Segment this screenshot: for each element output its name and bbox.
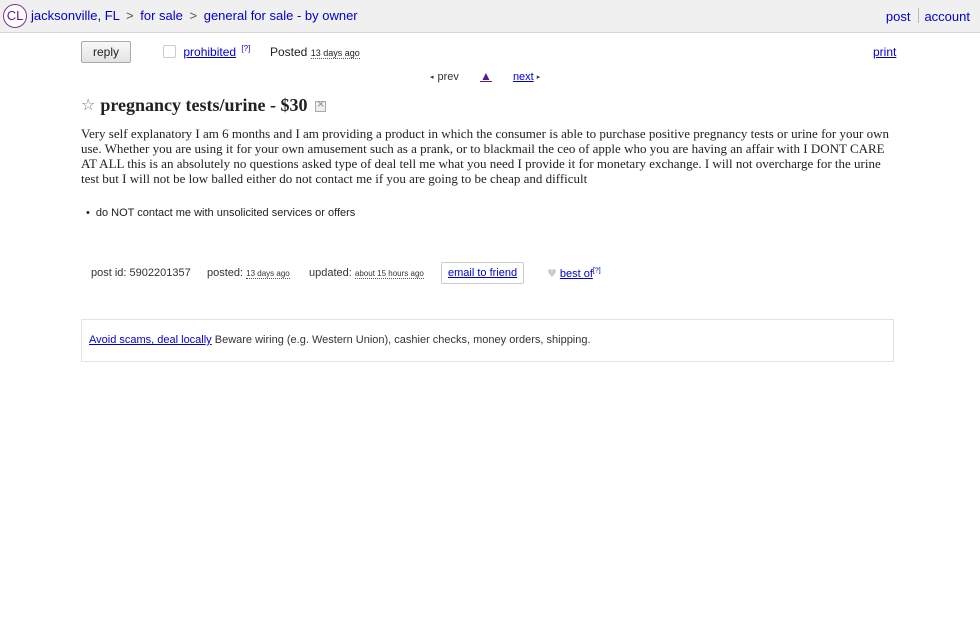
hide-listing-icon[interactable] [314, 99, 326, 112]
prohibited-checkbox[interactable] [163, 45, 176, 58]
post-id-label: post id: [91, 267, 127, 279]
best-of-help-link[interactable]: [?] [593, 267, 601, 274]
post-link[interactable]: post [886, 9, 911, 24]
notices-list: do NOT contact me with unsolicited servi… [86, 207, 355, 219]
listing-body: Very self explanatory I am 6 months and … [81, 126, 889, 186]
post-info: post id: 5902201357 posted: 13 days ago … [91, 262, 651, 284]
breadcrumb-separator: > [189, 8, 198, 23]
breadcrumb-for-sale[interactable]: for sale [140, 8, 183, 23]
email-to-friend-button[interactable]: email to friend [441, 262, 525, 284]
posted-date: Posted 13 days ago [270, 45, 360, 59]
posted-label: Posted [270, 45, 308, 59]
link-divider [918, 8, 920, 23]
breadcrumb-category[interactable]: general for sale - by owner [204, 8, 358, 23]
craigslist-logo[interactable]: CL [3, 4, 27, 28]
breadcrumb-city[interactable]: jacksonville, FL [31, 8, 119, 23]
prev-link[interactable]: prev [438, 71, 459, 83]
prohibited-link[interactable]: prohibited [183, 45, 236, 59]
account-link[interactable]: account [924, 9, 970, 24]
posted-info: posted: 13 days ago [207, 267, 290, 279]
star-icon[interactable]: ☆ [81, 95, 95, 114]
next-link[interactable]: next [513, 71, 534, 83]
pager: ◂ prev ▲ next ▸ [430, 69, 540, 83]
reply-button[interactable]: reply [81, 41, 131, 63]
best-of: ♥ best of[?] [547, 267, 601, 280]
up-link[interactable]: ▲ [480, 69, 492, 83]
listing-title: pregnancy tests/urine - $30 [100, 95, 308, 115]
posted-ago: 13 days ago [310, 48, 360, 59]
post-id-value: 5902201357 [129, 267, 191, 279]
prev-arrow-icon: ◂ [430, 74, 434, 81]
user-links: post account [886, 8, 970, 24]
avoid-scams-link[interactable]: Avoid scams, deal locally [89, 334, 212, 346]
safety-notice: Avoid scams, deal locally Beware wiring … [81, 319, 894, 362]
updated-info: updated: about 15 hours ago [309, 267, 424, 279]
prohibited-help-link[interactable]: [?] [241, 44, 250, 53]
best-of-link[interactable]: best of [560, 268, 593, 280]
flag-prohibited: prohibited [?] [163, 44, 250, 59]
listing-title-row: ☆ pregnancy tests/urine - $30 [81, 95, 326, 116]
breadcrumb: jacksonville, FL > for sale > general fo… [31, 8, 358, 23]
posted-info-value: 13 days ago [246, 269, 290, 279]
top-bar: CL jacksonville, FL > for sale > general… [0, 0, 980, 33]
updated-label: updated: [309, 267, 352, 279]
posted-info-label: posted: [207, 267, 244, 279]
breadcrumb-separator: > [126, 8, 134, 23]
safety-text: Beware wiring (e.g. Western Union), cash… [214, 334, 591, 346]
list-item: do NOT contact me with unsolicited servi… [86, 207, 355, 219]
post-id: post id: 5902201357 [91, 267, 191, 279]
next-arrow-icon: ▸ [536, 74, 541, 81]
heart-icon[interactable]: ♥ [547, 267, 557, 280]
updated-value: about 15 hours ago [354, 269, 424, 279]
print-link[interactable]: print [873, 45, 896, 59]
